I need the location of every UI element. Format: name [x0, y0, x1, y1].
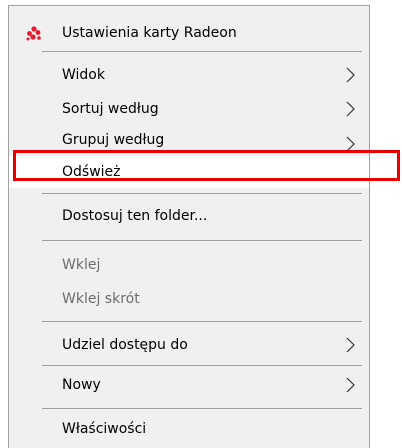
- chevron-right-icon: [346, 337, 355, 353]
- menu-item-label: Właściwości: [62, 421, 147, 437]
- menu-item-paste: Wklej: [9, 250, 369, 280]
- menu-item-label: Odśwież: [62, 164, 121, 180]
- context-menu: Ustawienia karty Radeon Widok Sortuj wed…: [8, 5, 370, 448]
- screen: Ustawienia karty Radeon Widok Sortuj wed…: [0, 0, 402, 448]
- chevron-right-icon: [346, 136, 355, 152]
- menu-separator: [42, 240, 362, 241]
- menu-item-view[interactable]: Widok: [9, 60, 369, 90]
- menu-item-label: Dostosuj ten folder...: [62, 208, 208, 224]
- menu-separator: [42, 51, 362, 52]
- menu-item-label: Udziel dostępu do: [62, 337, 188, 353]
- menu-item-radeon-settings[interactable]: Ustawienia karty Radeon: [9, 18, 369, 48]
- menu-item-sort-by[interactable]: Sortuj według: [9, 94, 369, 124]
- chevron-right-icon: [346, 67, 355, 83]
- menu-separator: [42, 321, 362, 322]
- menu-item-paste-shortcut: Wklej skrót: [9, 284, 369, 314]
- menu-separator: [42, 193, 362, 194]
- menu-item-label: Nowy: [62, 377, 101, 393]
- menu-item-label: Sortuj według: [62, 101, 159, 117]
- menu-item-give-access[interactable]: Udziel dostępu do: [9, 330, 369, 360]
- menu-item-label: Wklej skrót: [62, 291, 140, 307]
- menu-item-label: Wklej: [62, 257, 101, 273]
- chevron-right-icon: [346, 101, 355, 117]
- amd-radeon-icon: [26, 26, 41, 41]
- menu-item-refresh[interactable]: Odśwież: [9, 156, 369, 188]
- chevron-right-icon: [346, 377, 355, 393]
- menu-item-group-by[interactable]: Grupuj według: [9, 130, 369, 152]
- menu-item-label: Widok: [62, 67, 105, 83]
- menu-separator: [42, 365, 362, 366]
- menu-separator: [42, 408, 362, 409]
- menu-item-label: Ustawienia karty Radeon: [62, 25, 237, 41]
- menu-item-new[interactable]: Nowy: [9, 370, 369, 400]
- menu-item-label: Grupuj według: [62, 132, 165, 148]
- menu-item-properties[interactable]: Właściwości: [9, 414, 369, 444]
- menu-item-customize-folder[interactable]: Dostosuj ten folder...: [9, 201, 369, 231]
